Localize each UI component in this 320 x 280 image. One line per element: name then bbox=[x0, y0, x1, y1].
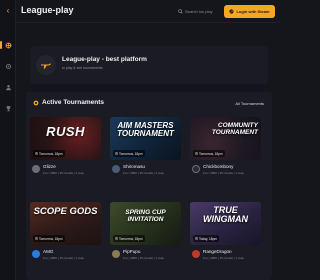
tournament-icon bbox=[33, 100, 39, 106]
steam-icon bbox=[229, 9, 235, 14]
active-tournaments-section: Active Tournaments All Tournaments RUSH … bbox=[26, 92, 272, 280]
host-row: PipPupu 1v1 | 1800 | 15 rounds | 1 map bbox=[110, 247, 181, 265]
avatar bbox=[112, 165, 120, 173]
search-icon bbox=[178, 9, 183, 14]
tournament-banner: RUSH Tomorrow, 18pm bbox=[30, 117, 101, 160]
date-badge: Tomorrow, 18pm bbox=[113, 150, 145, 157]
tournament-banner: TRUE WINGMAN Today, 18pm bbox=[190, 202, 261, 245]
date-badge: Tomorrow, 18pm bbox=[33, 235, 65, 242]
date-text: Tomorrow, 18pm bbox=[119, 151, 143, 156]
date-badge: Tomorrow, 18pm bbox=[193, 150, 225, 157]
platform-subtitle: to play & see tournaments bbox=[62, 66, 103, 70]
app-title: League-play bbox=[21, 5, 74, 15]
tournament-banner: AIM MASTERS TOURNAMENT Tomorrow, 18pm bbox=[110, 117, 181, 160]
tournament-meta: 1v1 | 1800 | 15 rounds | 1 map bbox=[123, 256, 164, 260]
tournament-card[interactable]: RUSH Tomorrow, 18pm Glizze 1v1 | 1800 | … bbox=[30, 117, 101, 180]
banner-title: SPRING CUP INVITATION bbox=[125, 209, 166, 223]
clock-icon bbox=[195, 237, 198, 240]
date-text: Tomorrow, 18pm bbox=[199, 151, 223, 156]
host-row: Shiromasu 1v1 | 1800 | 15 rounds | 1 map bbox=[110, 162, 181, 180]
tournament-card[interactable]: COMMUNITY TOURNAMENT Tomorrow, 18pm Chic… bbox=[190, 117, 261, 180]
clock-icon bbox=[35, 237, 38, 240]
login-button-label: Login with Steam bbox=[236, 9, 270, 14]
settings-icon[interactable] bbox=[3, 61, 13, 71]
clock-icon bbox=[35, 152, 38, 155]
tournament-banner: COMMUNITY TOURNAMENT Tomorrow, 18pm bbox=[190, 117, 261, 160]
date-text: Today, 18pm bbox=[199, 236, 218, 241]
sidebar: ‹ bbox=[0, 0, 16, 280]
all-tournaments-link[interactable]: All Tournaments bbox=[235, 101, 264, 106]
tournament-card[interactable]: AIM MASTERS TOURNAMENT Tomorrow, 18pm Sh… bbox=[110, 117, 181, 180]
tournament-meta: 1v1 | 1800 | 15 rounds | 1 map bbox=[203, 171, 244, 175]
logo-icon[interactable]: ‹ bbox=[3, 7, 13, 15]
clock-icon bbox=[115, 152, 118, 155]
clock-icon bbox=[195, 152, 198, 155]
avatar bbox=[32, 165, 40, 173]
platform-title: League-play - best platform bbox=[62, 56, 147, 63]
avatar bbox=[112, 250, 120, 258]
host-name: RangeDragon bbox=[203, 249, 232, 254]
top-bar: League-play Login with Steam bbox=[16, 0, 280, 23]
trophy-icon[interactable] bbox=[3, 103, 13, 113]
date-text: Tomorrow, 18pm bbox=[119, 236, 143, 241]
tournament-banner: SCOPE GODS Tomorrow, 18pm bbox=[30, 202, 101, 245]
platform-logo bbox=[36, 55, 56, 75]
avatar bbox=[192, 250, 200, 258]
date-badge: Tomorrow, 18pm bbox=[33, 150, 65, 157]
host-row: AMG 1v1 | 1800 | 15 rounds | 1 map bbox=[30, 247, 101, 265]
date-badge: Today, 18pm bbox=[193, 235, 220, 242]
home-icon[interactable] bbox=[0, 40, 13, 50]
platform-card: League-play - best platform to play & se… bbox=[30, 46, 268, 84]
rifle-icon bbox=[41, 63, 51, 69]
host-name: Shiromasu bbox=[123, 164, 145, 169]
search-box[interactable] bbox=[178, 6, 222, 17]
host-row: RangeDragon 1v1 | 1800 | 15 rounds | 1 m… bbox=[190, 247, 261, 265]
host-row: Chickbombony 1v1 | 1800 | 15 rounds | 1 … bbox=[190, 162, 261, 180]
banner-title: AIM MASTERS TOURNAMENT bbox=[117, 121, 174, 138]
host-name: Glizze bbox=[43, 164, 56, 169]
tournament-card[interactable]: TRUE WINGMAN Today, 18pm RangeDragon 1v1… bbox=[190, 202, 261, 265]
date-text: Tomorrow, 18pm bbox=[39, 151, 63, 156]
host-name: PipPupu bbox=[123, 249, 141, 254]
section-title: Active Tournaments bbox=[42, 99, 105, 106]
tournament-card[interactable]: SPRING CUP INVITATION Tomorrow, 18pm Pip… bbox=[110, 202, 181, 265]
banner-title: TRUE WINGMAN bbox=[203, 205, 248, 224]
host-name: AMG bbox=[43, 249, 54, 254]
banner-title: SCOPE GODS bbox=[33, 206, 98, 217]
banner-title: RUSH bbox=[46, 124, 85, 139]
banner-title: COMMUNITY TOURNAMENT bbox=[211, 122, 258, 136]
tournament-banner: SPRING CUP INVITATION Tomorrow, 18pm bbox=[110, 202, 181, 245]
avatar bbox=[192, 165, 200, 173]
tournament-meta: 1v1 | 1800 | 15 rounds | 1 map bbox=[123, 171, 164, 175]
login-button[interactable]: Login with Steam bbox=[224, 5, 275, 18]
tournament-meta: 1v1 | 1800 | 15 rounds | 1 map bbox=[43, 171, 84, 175]
clock-icon bbox=[115, 237, 118, 240]
search-input[interactable] bbox=[185, 9, 221, 14]
tournament-card[interactable]: SCOPE GODS Tomorrow, 18pm AMG 1v1 | 1800… bbox=[30, 202, 101, 265]
date-text: Tomorrow, 18pm bbox=[39, 236, 63, 241]
users-icon[interactable] bbox=[3, 82, 13, 92]
tournament-meta: 1v1 | 1800 | 15 rounds | 1 map bbox=[43, 256, 84, 260]
tournament-meta: 1v1 | 1800 | 15 rounds | 1 map bbox=[203, 256, 244, 260]
host-row: Glizze 1v1 | 1800 | 15 rounds | 1 map bbox=[30, 162, 101, 180]
date-badge: Tomorrow, 18pm bbox=[113, 235, 145, 242]
host-name: Chickbombony bbox=[203, 164, 234, 169]
avatar bbox=[32, 250, 40, 258]
